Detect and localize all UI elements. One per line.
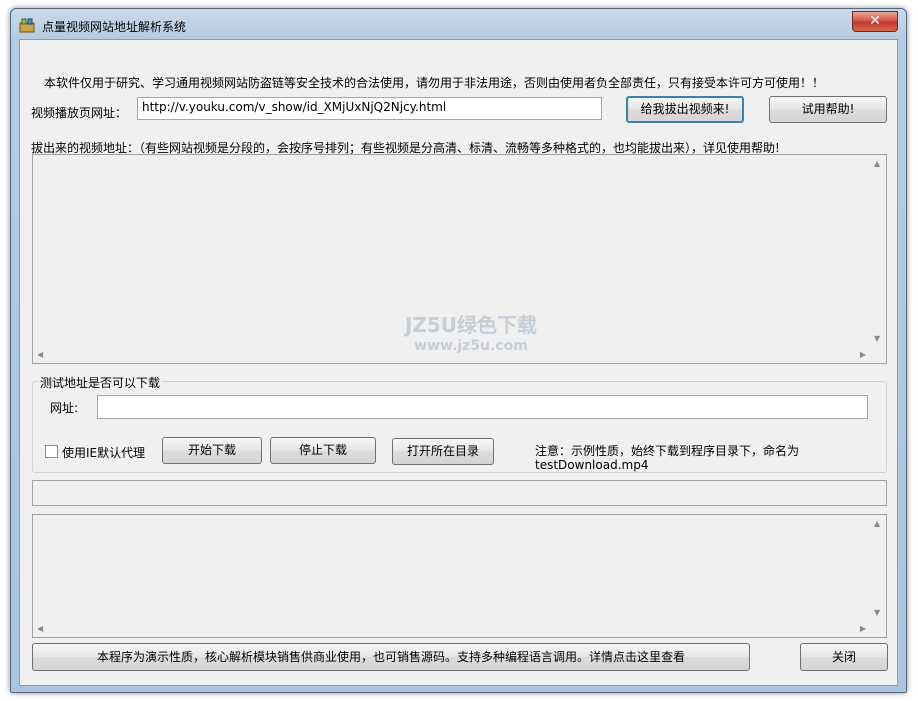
test-group-legend: 测试地址是否可以下载 bbox=[38, 374, 163, 391]
test-url-input[interactable] bbox=[97, 395, 868, 419]
proxy-checkbox[interactable] bbox=[45, 445, 58, 458]
download-progress-bar bbox=[32, 480, 887, 506]
scroll-up-icon[interactable]: ▲ bbox=[874, 159, 880, 168]
result-vertical-scrollbar[interactable]: ▲ ▼ bbox=[870, 155, 886, 347]
proxy-checkbox-label[interactable]: 使用IE默认代理 bbox=[62, 444, 145, 461]
scroll-left-icon[interactable]: ◀ bbox=[37, 624, 43, 633]
stop-download-button[interactable]: 停止下载 bbox=[270, 437, 376, 464]
disclaimer-text: 本软件仅用于研究、学习通用视频网站防盗链等安全技术的合法使用，请勿用于非法用途，… bbox=[44, 76, 825, 90]
download-note: 注意：示例性质，始终下载到程序目录下，命名为 testDownload.mp4 bbox=[535, 444, 799, 472]
window-close-button[interactable]: ✕ bbox=[852, 11, 898, 32]
scroll-down-icon[interactable]: ▼ bbox=[874, 608, 880, 617]
scroll-left-icon[interactable]: ◀ bbox=[37, 350, 43, 359]
client-area: 本软件仅用于研究、学习通用视频网站防盗链等安全技术的合法使用，请勿用于非法用途，… bbox=[19, 39, 898, 686]
help-button[interactable]: 试用帮助! bbox=[769, 96, 887, 123]
close-button[interactable]: 关闭 bbox=[800, 643, 888, 671]
scroll-right-icon[interactable]: ▶ bbox=[860, 624, 866, 633]
commercial-info-button[interactable]: 本程序为演示性质，核心解析模块销售供商业使用，也可销售源码。支持多种编程语言调用… bbox=[32, 643, 750, 671]
open-folder-button[interactable]: 打开所在目录 bbox=[392, 438, 494, 465]
watermark-line2: www.jz5u.com bbox=[414, 338, 528, 354]
test-url-label: 网址: bbox=[50, 401, 79, 415]
log-horizontal-scrollbar[interactable]: ◀ ▶ bbox=[33, 621, 870, 637]
scroll-right-icon[interactable]: ▶ bbox=[860, 350, 866, 359]
watermark-line1: JZ5U绿色下载 bbox=[404, 313, 538, 337]
window-title: 点量视频网站地址解析系统 bbox=[42, 20, 187, 34]
scroll-down-icon[interactable]: ▼ bbox=[874, 334, 880, 343]
log-vertical-scrollbar[interactable]: ▲ ▼ bbox=[870, 515, 886, 621]
app-window: 点量视频网站地址解析系统 ✕ 本软件仅用于研究、学习通用视频网站防盗链等安全技术… bbox=[10, 8, 907, 693]
close-icon: ✕ bbox=[869, 13, 881, 29]
scroll-up-icon[interactable]: ▲ bbox=[874, 519, 880, 528]
start-download-button[interactable]: 开始下载 bbox=[162, 437, 262, 464]
watermark: JZ5U绿色下载 www.jz5u.com bbox=[391, 309, 551, 359]
log-listbox[interactable]: ▲ ▼ ◀ ▶ bbox=[32, 514, 887, 638]
title-bar[interactable]: 点量视频网站地址解析系统 ✕ bbox=[11, 9, 906, 39]
video-url-label: 视频播放页网址： bbox=[31, 106, 128, 120]
video-url-input[interactable]: http://v.youku.com/v_show/id_XMjUxNjQ2Nj… bbox=[137, 97, 602, 120]
download-note-line2: testDownload.mp4 bbox=[535, 458, 649, 472]
download-note-line1: 注意：示例性质，始终下载到程序目录下，命名为 bbox=[535, 444, 800, 458]
extract-video-button[interactable]: 给我拔出视频来! bbox=[626, 96, 744, 123]
app-icon bbox=[19, 18, 35, 33]
